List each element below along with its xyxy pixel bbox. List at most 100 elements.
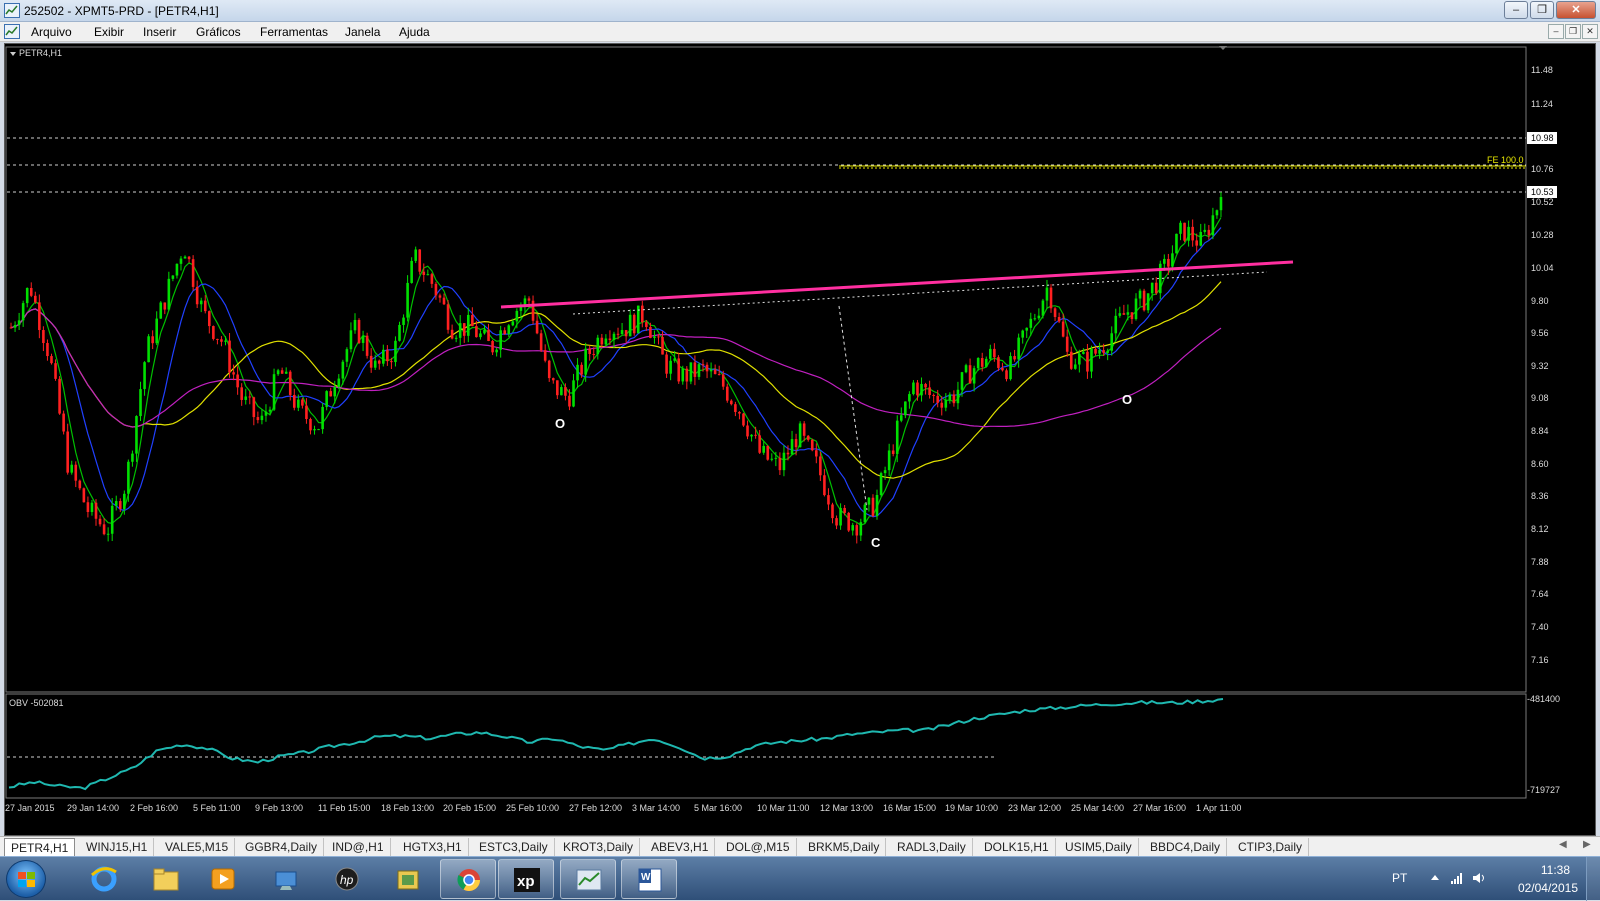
price-tick: 9.32 [1531, 361, 1549, 371]
dotted-trendline[interactable] [572, 271, 1268, 315]
candle-body [1037, 315, 1041, 319]
candle-body [341, 361, 345, 379]
time-tick: 12 Mar 13:00 [820, 803, 873, 813]
tab-winj15[interactable]: WINJ15,H1 [80, 838, 155, 856]
obv-tick: -719727 [1527, 785, 1560, 795]
hp-icon[interactable]: hp [319, 859, 375, 899]
menu-exibir[interactable]: Exibir [94, 25, 124, 39]
clock-date[interactable]: 02/04/2015 [1518, 881, 1578, 895]
menu-arquivo[interactable]: Arquivo [31, 25, 72, 39]
projection-line[interactable] [838, 305, 868, 511]
menu-janela[interactable]: Janela [345, 25, 380, 39]
minimize-button[interactable]: – [1504, 1, 1528, 19]
tab-usim5[interactable]: USIM5,Daily [1059, 838, 1139, 856]
candle-body [924, 383, 927, 388]
candle-body [665, 354, 668, 374]
candle-body [1069, 351, 1073, 369]
candle-body [329, 391, 333, 397]
candle-body [1199, 231, 1203, 246]
candle-body [709, 369, 713, 372]
chart-window[interactable]: PETR4,H1 FE 100.0 O C O OBV -502081 11.4… [4, 43, 1596, 836]
child-restore-button[interactable]: ❐ [1565, 24, 1581, 39]
menu-inserir[interactable]: Inserir [143, 25, 176, 39]
volume-icon[interactable] [1472, 871, 1486, 885]
ie-icon[interactable] [76, 859, 132, 899]
svg-text:hp: hp [340, 873, 354, 887]
price-tick: 8.84 [1531, 426, 1549, 436]
candle-body [1005, 370, 1008, 380]
price-chart[interactable]: PETR4,H1 FE 100.0 O C O OBV -502081 11.4… [5, 44, 1595, 835]
child-minimize-button[interactable]: – [1548, 24, 1564, 39]
candle-body [268, 409, 272, 412]
candle-body [276, 370, 280, 375]
show-desktop-button[interactable] [1586, 857, 1600, 901]
candle-body [102, 524, 106, 535]
media-icon[interactable] [195, 859, 251, 899]
chart-menu-arrow-icon[interactable] [10, 52, 16, 56]
menu-graficos[interactable]: Gráficos [196, 25, 241, 39]
language-indicator[interactable]: PT [1392, 871, 1407, 885]
candle-body [386, 349, 389, 362]
candle-body [1118, 313, 1122, 316]
candle-body [402, 317, 405, 325]
candle-body [1086, 351, 1089, 372]
tab-krot3[interactable]: KROT3,Daily [557, 838, 641, 856]
candle-body [964, 365, 968, 373]
metatrader-icon[interactable] [560, 859, 616, 899]
candle-body [288, 371, 292, 395]
candle-body [21, 303, 25, 321]
candle-body [527, 298, 531, 301]
candle-body [86, 502, 90, 513]
tab-brkm5[interactable]: BRKM5,Daily [802, 838, 887, 856]
child-close-button[interactable]: ✕ [1582, 24, 1598, 39]
tab-petr4[interactable]: PETR4,H1 [4, 838, 76, 856]
candle-body [1134, 298, 1138, 320]
close-button[interactable]: ✕ [1556, 1, 1596, 19]
tab-ind[interactable]: IND@,H1 [326, 838, 391, 856]
tab-ctip3[interactable]: CTIP3,Daily [1232, 838, 1310, 856]
candle-body [819, 456, 822, 476]
tray-expand-icon[interactable] [1428, 871, 1442, 885]
maximize-button[interactable]: ❐ [1530, 1, 1554, 19]
clock-time[interactable]: 11:38 [1541, 863, 1570, 877]
tab-bbdc4[interactable]: BBDC4,Daily [1144, 838, 1228, 856]
network-icon[interactable] [258, 859, 314, 899]
candle-body [1098, 350, 1101, 354]
candle-body [236, 374, 239, 388]
candle-body [438, 295, 442, 298]
xp-icon[interactable]: xp [498, 859, 554, 899]
archive-icon[interactable] [380, 859, 436, 899]
candle-body [1122, 313, 1126, 315]
start-icon[interactable] [6, 860, 46, 898]
explorer-icon[interactable] [138, 859, 194, 899]
tab-hgtx3[interactable]: HGTX3,H1 [397, 838, 469, 856]
candle-body [774, 457, 778, 459]
tab-ggbr4[interactable]: GGBR4,Daily [239, 838, 325, 856]
system-tray: PT 11:38 02/04/2015 [1370, 857, 1600, 901]
tab-abev3[interactable]: ABEV3,H1 [645, 838, 716, 856]
candle-body [584, 348, 587, 375]
signal-icon[interactable] [1450, 871, 1464, 885]
time-axis: 27 Jan 2015 29 Jan 14:00 2 Feb 16:00 5 F… [5, 803, 1241, 813]
candle-body [373, 360, 377, 368]
tabs-scroll-right-icon[interactable]: ▶ [1583, 839, 1591, 850]
candle-body [616, 333, 620, 335]
menu-ajuda[interactable]: Ajuda [399, 25, 430, 39]
candle-body [244, 396, 248, 400]
tab-dol[interactable]: DOL@,M15 [720, 838, 797, 856]
tab-dolk15[interactable]: DOLK15,H1 [978, 838, 1056, 856]
word-icon[interactable]: W [621, 859, 677, 899]
menu-ferramentas[interactable]: Ferramentas [260, 25, 328, 39]
candle-body [54, 363, 57, 379]
tab-radl3[interactable]: RADL3,Daily [891, 838, 973, 856]
tabs-scroll-left-icon[interactable]: ◀ [1559, 839, 1567, 850]
tab-estc3[interactable]: ESTC3,Daily [473, 838, 555, 856]
document-icon[interactable] [4, 24, 20, 39]
tab-vale5[interactable]: VALE5,M15 [159, 838, 236, 856]
candle-body [568, 395, 571, 407]
chrome-icon[interactable] [440, 859, 496, 899]
price-axis: 11.48 11.24 10.98 10.76 10.52 10.53 10.2… [1527, 65, 1560, 795]
candle-body [750, 434, 753, 437]
candle-body [34, 295, 37, 303]
candle-body [228, 340, 231, 373]
